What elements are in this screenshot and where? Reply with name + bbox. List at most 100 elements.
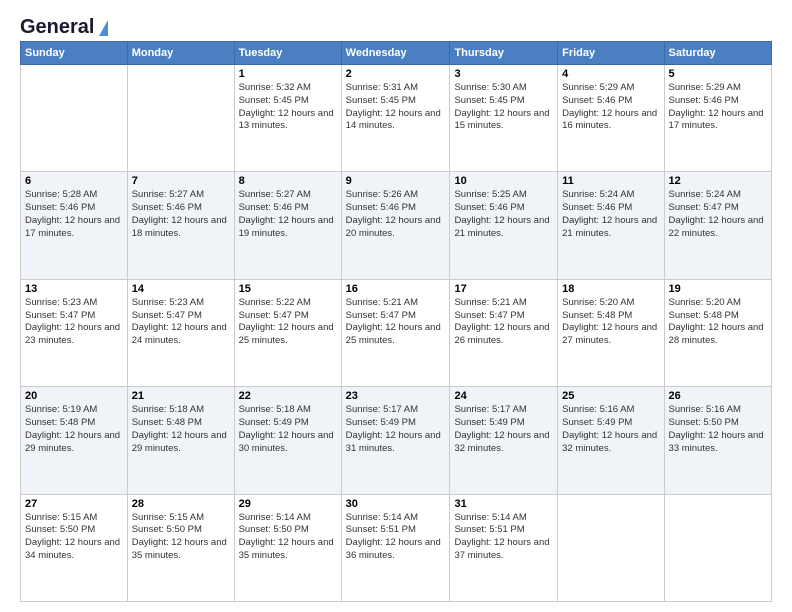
calendar-table: SundayMondayTuesdayWednesdayThursdayFrid… (20, 41, 772, 602)
day-info: Sunrise: 5:24 AMSunset: 5:47 PMDaylight:… (669, 189, 767, 240)
day-number: 25 (562, 390, 659, 402)
calendar-cell: 5 Sunrise: 5:29 AMSunset: 5:46 PMDaylight… (664, 65, 771, 172)
day-info: Sunrise: 5:14 AMSunset: 5:51 PMDaylight:… (346, 512, 446, 563)
day-header-saturday: Saturday (664, 42, 771, 65)
day-info: Sunrise: 5:23 AMSunset: 5:47 PMDaylight:… (132, 297, 230, 348)
calendar-header-row: SundayMondayTuesdayWednesdayThursdayFrid… (21, 42, 772, 65)
day-info: Sunrise: 5:20 AMSunset: 5:48 PMDaylight:… (562, 297, 659, 348)
day-number: 19 (669, 283, 767, 295)
day-info: Sunrise: 5:27 AMSunset: 5:46 PMDaylight:… (239, 189, 337, 240)
calendar-cell: 13 Sunrise: 5:23 AMSunset: 5:47 PMDayligh… (21, 279, 128, 386)
day-number: 26 (669, 390, 767, 402)
day-info: Sunrise: 5:16 AMSunset: 5:50 PMDaylight:… (669, 404, 767, 455)
day-number: 21 (132, 390, 230, 402)
calendar-cell: 30 Sunrise: 5:14 AMSunset: 5:51 PMDayligh… (341, 494, 450, 601)
calendar-cell: 16 Sunrise: 5:21 AMSunset: 5:47 PMDayligh… (341, 279, 450, 386)
logo: General (20, 16, 108, 35)
calendar-cell: 7 Sunrise: 5:27 AMSunset: 5:46 PMDaylight… (127, 172, 234, 279)
week-row-2: 6 Sunrise: 5:28 AMSunset: 5:46 PMDaylight… (21, 172, 772, 279)
day-info: Sunrise: 5:21 AMSunset: 5:47 PMDaylight:… (346, 297, 446, 348)
calendar-cell: 4Sunrise: 5:29 AMSunset: 5:46 PMDaylight… (558, 65, 664, 172)
calendar-cell: 6 Sunrise: 5:28 AMSunset: 5:46 PMDaylight… (21, 172, 128, 279)
calendar-cell: 11 Sunrise: 5:24 AMSunset: 5:46 PMDayligh… (558, 172, 664, 279)
day-number: 3 (454, 68, 553, 80)
day-number: 29 (239, 498, 337, 510)
day-info: Sunrise: 5:29 AMSunset: 5:46 PMDaylight:… (562, 82, 659, 133)
day-number: 12 (669, 175, 767, 187)
day-info: Sunrise: 5:20 AMSunset: 5:48 PMDaylight:… (669, 297, 767, 348)
day-info: Sunrise: 5:19 AMSunset: 5:48 PMDaylight:… (25, 404, 123, 455)
logo-triangle-icon (99, 20, 108, 36)
week-row-4: 20 Sunrise: 5:19 AMSunset: 5:48 PMDayligh… (21, 387, 772, 494)
day-header-wednesday: Wednesday (341, 42, 450, 65)
day-header-friday: Friday (558, 42, 664, 65)
day-number: 23 (346, 390, 446, 402)
page: General SundayMondayTuesdayWednesdayThur… (0, 0, 792, 612)
day-header-sunday: Sunday (21, 42, 128, 65)
calendar-cell: 24Sunrise: 5:17 AMSunset: 5:49 PMDayligh… (450, 387, 558, 494)
calendar-cell: 10 Sunrise: 5:25 AMSunset: 5:46 PMDayligh… (450, 172, 558, 279)
calendar-cell: 31Sunrise: 5:14 AMSunset: 5:51 PMDayligh… (450, 494, 558, 601)
calendar-cell: 15 Sunrise: 5:22 AMSunset: 5:47 PMDayligh… (234, 279, 341, 386)
calendar-cell: 26 Sunrise: 5:16 AMSunset: 5:50 PMDayligh… (664, 387, 771, 494)
calendar-cell: 18 Sunrise: 5:20 AMSunset: 5:48 PMDayligh… (558, 279, 664, 386)
calendar-cell: 28 Sunrise: 5:15 AMSunset: 5:50 PMDayligh… (127, 494, 234, 601)
day-info: Sunrise: 5:29 AMSunset: 5:46 PMDaylight:… (669, 82, 767, 133)
day-number: 13 (25, 283, 123, 295)
calendar-cell: 9Sunrise: 5:26 AMSunset: 5:46 PMDaylight… (341, 172, 450, 279)
calendar-cell: 8 Sunrise: 5:27 AMSunset: 5:46 PMDaylight… (234, 172, 341, 279)
day-number: 22 (239, 390, 337, 402)
day-info: Sunrise: 5:28 AMSunset: 5:46 PMDaylight:… (25, 189, 123, 240)
day-info: Sunrise: 5:23 AMSunset: 5:47 PMDaylight:… (25, 297, 123, 348)
day-header-monday: Monday (127, 42, 234, 65)
day-number: 14 (132, 283, 230, 295)
calendar-cell: 21 Sunrise: 5:18 AMSunset: 5:48 PMDayligh… (127, 387, 234, 494)
day-number: 5 (669, 68, 767, 80)
day-info: Sunrise: 5:31 AMSunset: 5:45 PMDaylight:… (346, 82, 446, 133)
calendar-cell: 25Sunrise: 5:16 AMSunset: 5:49 PMDayligh… (558, 387, 664, 494)
day-info: Sunrise: 5:18 AMSunset: 5:48 PMDaylight:… (132, 404, 230, 455)
day-number: 30 (346, 498, 446, 510)
day-info: Sunrise: 5:15 AMSunset: 5:50 PMDaylight:… (25, 512, 123, 563)
day-info: Sunrise: 5:21 AMSunset: 5:47 PMDaylight:… (454, 297, 553, 348)
day-number: 8 (239, 175, 337, 187)
week-row-1: 1 Sunrise: 5:32 AMSunset: 5:45 PMDaylight… (21, 65, 772, 172)
day-info: Sunrise: 5:14 AMSunset: 5:50 PMDaylight:… (239, 512, 337, 563)
week-row-3: 13 Sunrise: 5:23 AMSunset: 5:47 PMDayligh… (21, 279, 772, 386)
day-number: 17 (454, 283, 553, 295)
calendar-cell: 29 Sunrise: 5:14 AMSunset: 5:50 PMDayligh… (234, 494, 341, 601)
day-number: 16 (346, 283, 446, 295)
day-number: 18 (562, 283, 659, 295)
day-number: 1 (239, 68, 337, 80)
day-info: Sunrise: 5:32 AMSunset: 5:45 PMDaylight:… (239, 82, 337, 133)
week-row-5: 27 Sunrise: 5:15 AMSunset: 5:50 PMDayligh… (21, 494, 772, 601)
calendar-cell (558, 494, 664, 601)
calendar-cell: 22 Sunrise: 5:18 AMSunset: 5:49 PMDayligh… (234, 387, 341, 494)
calendar-cell: 3 Sunrise: 5:30 AMSunset: 5:45 PMDaylight… (450, 65, 558, 172)
calendar-cell: 23Sunrise: 5:17 AMSunset: 5:49 PMDayligh… (341, 387, 450, 494)
day-number: 27 (25, 498, 123, 510)
day-info: Sunrise: 5:25 AMSunset: 5:46 PMDaylight:… (454, 189, 553, 240)
day-number: 10 (454, 175, 553, 187)
calendar-cell: 12 Sunrise: 5:24 AMSunset: 5:47 PMDayligh… (664, 172, 771, 279)
calendar-cell: 14 Sunrise: 5:23 AMSunset: 5:47 PMDayligh… (127, 279, 234, 386)
day-info: Sunrise: 5:30 AMSunset: 5:45 PMDaylight:… (454, 82, 553, 133)
day-number: 28 (132, 498, 230, 510)
day-number: 11 (562, 175, 659, 187)
day-info: Sunrise: 5:22 AMSunset: 5:47 PMDaylight:… (239, 297, 337, 348)
day-info: Sunrise: 5:18 AMSunset: 5:49 PMDaylight:… (239, 404, 337, 455)
day-number: 9 (346, 175, 446, 187)
day-number: 2 (346, 68, 446, 80)
day-number: 15 (239, 283, 337, 295)
day-info: Sunrise: 5:15 AMSunset: 5:50 PMDaylight:… (132, 512, 230, 563)
day-info: Sunrise: 5:27 AMSunset: 5:46 PMDaylight:… (132, 189, 230, 240)
calendar-body: 1 Sunrise: 5:32 AMSunset: 5:45 PMDaylight… (21, 65, 772, 602)
day-number: 6 (25, 175, 123, 187)
calendar-cell: 20 Sunrise: 5:19 AMSunset: 5:48 PMDayligh… (21, 387, 128, 494)
day-number: 20 (25, 390, 123, 402)
day-number: 7 (132, 175, 230, 187)
calendar-cell: 17 Sunrise: 5:21 AMSunset: 5:47 PMDayligh… (450, 279, 558, 386)
calendar-cell: 27 Sunrise: 5:15 AMSunset: 5:50 PMDayligh… (21, 494, 128, 601)
day-number: 31 (454, 498, 553, 510)
day-info: Sunrise: 5:24 AMSunset: 5:46 PMDaylight:… (562, 189, 659, 240)
